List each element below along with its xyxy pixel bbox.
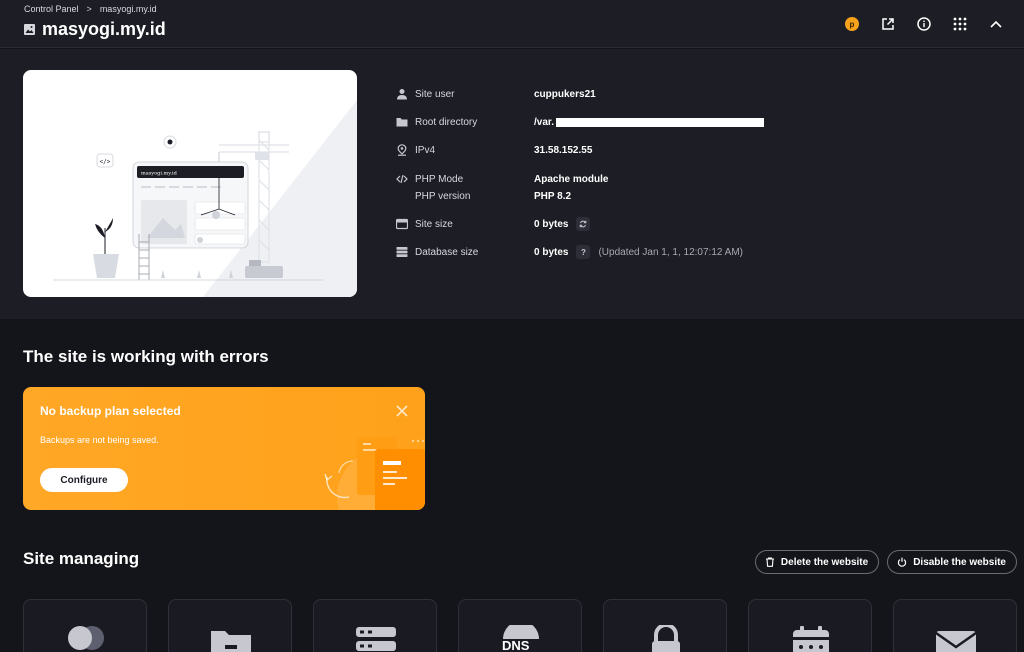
info-button[interactable] <box>906 12 942 36</box>
redacted-path <box>556 117 765 127</box>
breadcrumb-current-site: masyogi.my.id <box>99 4 157 14</box>
info-label: Site size <box>415 218 453 230</box>
apps-grid-icon <box>953 17 967 31</box>
page-title: masyogi.my.id <box>42 19 166 39</box>
code-icon <box>396 174 408 184</box>
php-mode-value: Apache module <box>534 173 609 185</box>
database-icon <box>396 247 408 257</box>
mail-icon <box>935 631 977 652</box>
disable-website-button[interactable]: Disable the website <box>887 550 1017 574</box>
site-managing-title: Site managing <box>23 549 140 568</box>
backup-documents-illustration <box>324 437 425 510</box>
external-link-icon <box>882 18 894 30</box>
database-size-help-button[interactable]: ? <box>576 245 591 259</box>
breadcrumb: Control Panel > masyogi.my.id <box>24 4 157 14</box>
server-icon <box>356 627 396 651</box>
power-icon <box>898 557 907 567</box>
info-value: 0 bytes ? (Updated Jan 1, 1, 12:07:12 AM… <box>534 245 743 259</box>
refresh-size-button[interactable] <box>576 217 591 231</box>
info-icon <box>917 17 931 31</box>
chevron-up-icon <box>990 20 1002 28</box>
info-value: /var. <box>534 116 765 128</box>
disable-website-label: Disable the website <box>913 556 1006 568</box>
collapse-button[interactable] <box>978 12 1014 36</box>
tile-mail[interactable] <box>893 599 1017 652</box>
site-under-construction-illustration: masyogi.my.id </> <box>53 100 357 297</box>
tile-server[interactable] <box>313 599 437 652</box>
info-value: 0 bytes <box>534 217 591 231</box>
trash-icon <box>765 557 774 567</box>
info-label: Site user <box>415 88 455 100</box>
info-value: PHP 8.2 <box>534 191 571 202</box>
ssl-lock-icon <box>652 625 680 652</box>
tile-cron[interactable] <box>748 599 872 652</box>
delete-website-label: Delete the website <box>780 556 869 568</box>
site-preview-card[interactable]: masyogi.my.id </> <box>23 70 357 297</box>
apps-button[interactable] <box>942 12 978 36</box>
close-icon[interactable] <box>395 404 409 418</box>
file-manager-icon <box>211 631 251 652</box>
database-size-value: 0 bytes <box>534 246 569 258</box>
info-label: Database size <box>415 246 479 258</box>
tile-file-manager[interactable] <box>168 599 292 652</box>
theme-icon <box>68 626 104 650</box>
breadcrumb-control-panel[interactable]: Control Panel <box>24 4 79 14</box>
site-managing-actions: Delete the website Disable the website <box>754 550 1017 574</box>
root-directory-value: /var. <box>534 116 555 128</box>
backup-alert-title: No backup plan selected <box>40 404 181 418</box>
folder-icon <box>396 118 408 127</box>
header-actions: p <box>834 12 1014 36</box>
coin-icon: p <box>845 17 859 31</box>
database-size-updated-note: (Updated Jan 1, 1, 12:07:12 AM) <box>598 246 744 258</box>
open-site-button[interactable] <box>870 12 906 36</box>
dns-glyph: DNS <box>502 638 530 652</box>
configure-backup-button[interactable]: Configure <box>40 468 128 492</box>
info-label: PHP Mode <box>415 173 464 185</box>
tile-theme[interactable] <box>23 599 147 652</box>
errors-section-title: The site is working with errors <box>23 347 269 366</box>
site-image-icon <box>24 24 35 35</box>
tile-dns[interactable]: DNS <box>458 599 582 652</box>
info-value: cuppukers21 <box>534 89 596 100</box>
preview-site-label: masyogi.my.id <box>141 171 178 177</box>
info-label: Root directory <box>415 116 478 128</box>
site-user-value: cuppukers21 <box>534 88 596 100</box>
backup-alert-card: No backup plan selected Backups are not … <box>23 387 425 510</box>
php-version-value: PHP 8.2 <box>534 190 572 202</box>
user-icon <box>397 89 407 100</box>
info-value: Apache module <box>534 174 608 185</box>
info-value: 31.58.152.55 <box>534 145 592 156</box>
info-label: IPv4 <box>415 144 436 156</box>
location-pin-icon <box>397 144 407 156</box>
ipv4-value: 31.58.152.55 <box>534 144 593 156</box>
breadcrumb-separator: > <box>86 4 92 14</box>
coin-button[interactable]: p <box>834 12 870 36</box>
storage-icon <box>396 218 408 230</box>
site-size-value: 0 bytes <box>534 218 569 230</box>
svg-text:</>: </> <box>100 159 111 166</box>
top-header: Control Panel > masyogi.my.id masyogi.my… <box>0 0 1024 48</box>
page-title-row: masyogi.my.id <box>24 19 166 40</box>
info-label: PHP version <box>415 190 471 202</box>
cron-calendar-icon <box>793 626 829 652</box>
dns-icon: DNS <box>502 625 539 652</box>
delete-website-button[interactable]: Delete the website <box>754 550 880 574</box>
backup-alert-text: Backups are not being saved. <box>40 435 159 445</box>
site-overview-section: masyogi.my.id </> Site user cuppukers21 … <box>0 49 1024 319</box>
refresh-icon <box>580 220 587 228</box>
tile-ssl[interactable] <box>603 599 727 652</box>
